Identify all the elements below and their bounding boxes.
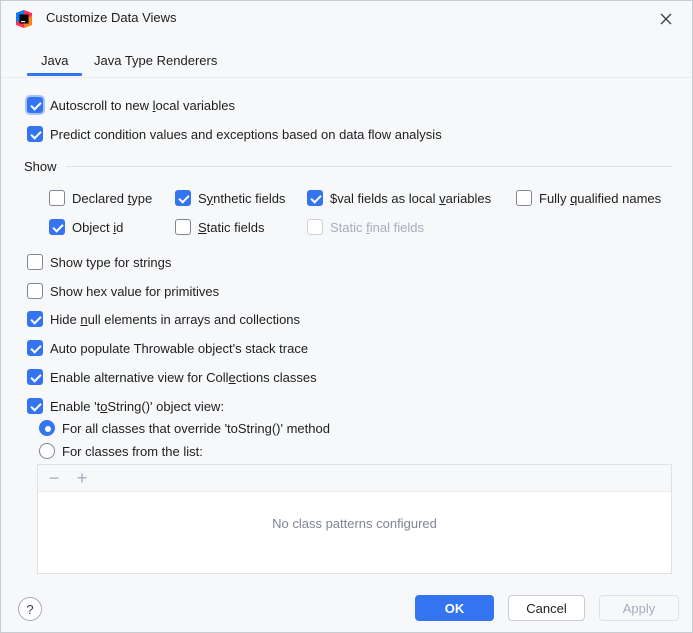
declared-type-checkbox[interactable] xyxy=(49,190,65,206)
intellij-app-icon xyxy=(15,10,33,28)
declared-type-label: Declared type xyxy=(72,190,153,206)
ok-button[interactable]: OK xyxy=(415,595,494,621)
class-patterns-list[interactable]: − + No class patterns configured xyxy=(37,464,672,574)
synthetic-fields-label: Synthetic fields xyxy=(198,190,286,206)
help-icon[interactable]: ? xyxy=(18,597,42,621)
synthetic-fields-checkbox[interactable] xyxy=(175,190,191,206)
tostring-list-radio[interactable] xyxy=(39,443,55,459)
static-fields-option[interactable]: Static fields xyxy=(175,217,264,237)
alternative-view-option[interactable]: Enable alternative view for Collections … xyxy=(27,367,317,387)
hide-null-checkbox[interactable] xyxy=(27,311,43,327)
show-type-strings-option[interactable]: Show type for strings xyxy=(27,252,171,272)
tostring-view-label: Enable 'toString()' object view: xyxy=(50,398,225,414)
show-group-separator xyxy=(66,166,672,167)
cancel-button[interactable]: Cancel xyxy=(508,595,585,621)
object-id-checkbox[interactable] xyxy=(49,219,65,235)
static-final-fields-checkbox xyxy=(307,219,323,235)
hide-null-label: Hide null elements in arrays and collect… xyxy=(50,311,301,327)
auto-populate-option[interactable]: Auto populate Throwable object's stack t… xyxy=(27,338,308,358)
alternative-view-label: Enable alternative view for Collections … xyxy=(50,369,317,385)
tostring-view-checkbox[interactable] xyxy=(27,398,43,414)
val-fields-label: $val fields as local variables xyxy=(330,190,492,206)
auto-populate-label: Auto populate Throwable object's stack t… xyxy=(50,340,309,356)
show-hex-checkbox[interactable] xyxy=(27,283,43,299)
auto-populate-checkbox[interactable] xyxy=(27,340,43,356)
static-final-fields-label: Static final fields xyxy=(330,219,424,235)
selected-tab-indicator xyxy=(27,73,82,76)
dialog-window: Customize Data Views Java Java Type Rend… xyxy=(0,0,693,633)
fully-qualified-names-option[interactable]: Fully qualified names xyxy=(516,188,661,208)
predict-values-option[interactable]: Predict condition values and exceptions … xyxy=(27,124,442,144)
remove-icon[interactable]: − xyxy=(44,468,64,488)
autoscroll-checkbox[interactable] xyxy=(27,97,43,113)
autoscroll-label: Autoscroll to new local variables xyxy=(50,97,235,113)
apply-button: Apply xyxy=(599,595,679,621)
object-id-label: Object id xyxy=(72,219,124,235)
tostring-all-classes-option[interactable]: For all classes that override 'toString(… xyxy=(39,418,330,438)
val-fields-option[interactable]: $val fields as local variables xyxy=(307,188,491,208)
show-hex-option[interactable]: Show hex value for primitives xyxy=(27,281,219,301)
static-final-fields-option: Static final fields xyxy=(307,217,424,237)
declared-type-option[interactable]: Declared type xyxy=(49,188,152,208)
predict-values-checkbox[interactable] xyxy=(27,126,43,142)
dialog-title: Customize Data Views xyxy=(46,10,177,25)
tostring-all-classes-label: For all classes that override 'toString(… xyxy=(62,420,330,436)
static-fields-checkbox[interactable] xyxy=(175,219,191,235)
predict-values-label: Predict condition values and exceptions … xyxy=(50,126,442,142)
fully-qualified-names-label: Fully qualified names xyxy=(539,190,662,206)
synthetic-fields-option[interactable]: Synthetic fields xyxy=(175,188,285,208)
fully-qualified-names-checkbox[interactable] xyxy=(516,190,532,206)
list-toolbar: − + xyxy=(38,465,671,492)
tostring-list-label: For classes from the list: xyxy=(62,443,203,459)
alternative-view-checkbox[interactable] xyxy=(27,369,43,385)
close-icon[interactable] xyxy=(654,7,678,31)
tostring-all-classes-radio[interactable] xyxy=(39,420,55,436)
show-type-strings-checkbox[interactable] xyxy=(27,254,43,270)
tab-java-type-renderers[interactable]: Java Type Renderers xyxy=(94,53,217,77)
static-fields-label: Static fields xyxy=(198,219,265,235)
empty-list-text: No class patterns configured xyxy=(272,516,437,531)
autoscroll-option[interactable]: Autoscroll to new local variables xyxy=(27,95,235,115)
val-fields-checkbox[interactable] xyxy=(307,190,323,206)
tab-divider xyxy=(1,77,692,78)
hide-null-option[interactable]: Hide null elements in arrays and collect… xyxy=(27,309,300,329)
add-icon[interactable]: + xyxy=(72,468,92,488)
title-bar: Customize Data Views xyxy=(1,1,692,37)
show-hex-label: Show hex value for primitives xyxy=(50,283,220,299)
tostring-view-option[interactable]: Enable 'toString()' object view: xyxy=(27,396,224,416)
show-group-title: Show xyxy=(24,159,57,174)
object-id-option[interactable]: Object id xyxy=(49,217,123,237)
tostring-list-option[interactable]: For classes from the list: xyxy=(39,441,203,461)
show-type-strings-label: Show type for strings xyxy=(50,254,172,270)
